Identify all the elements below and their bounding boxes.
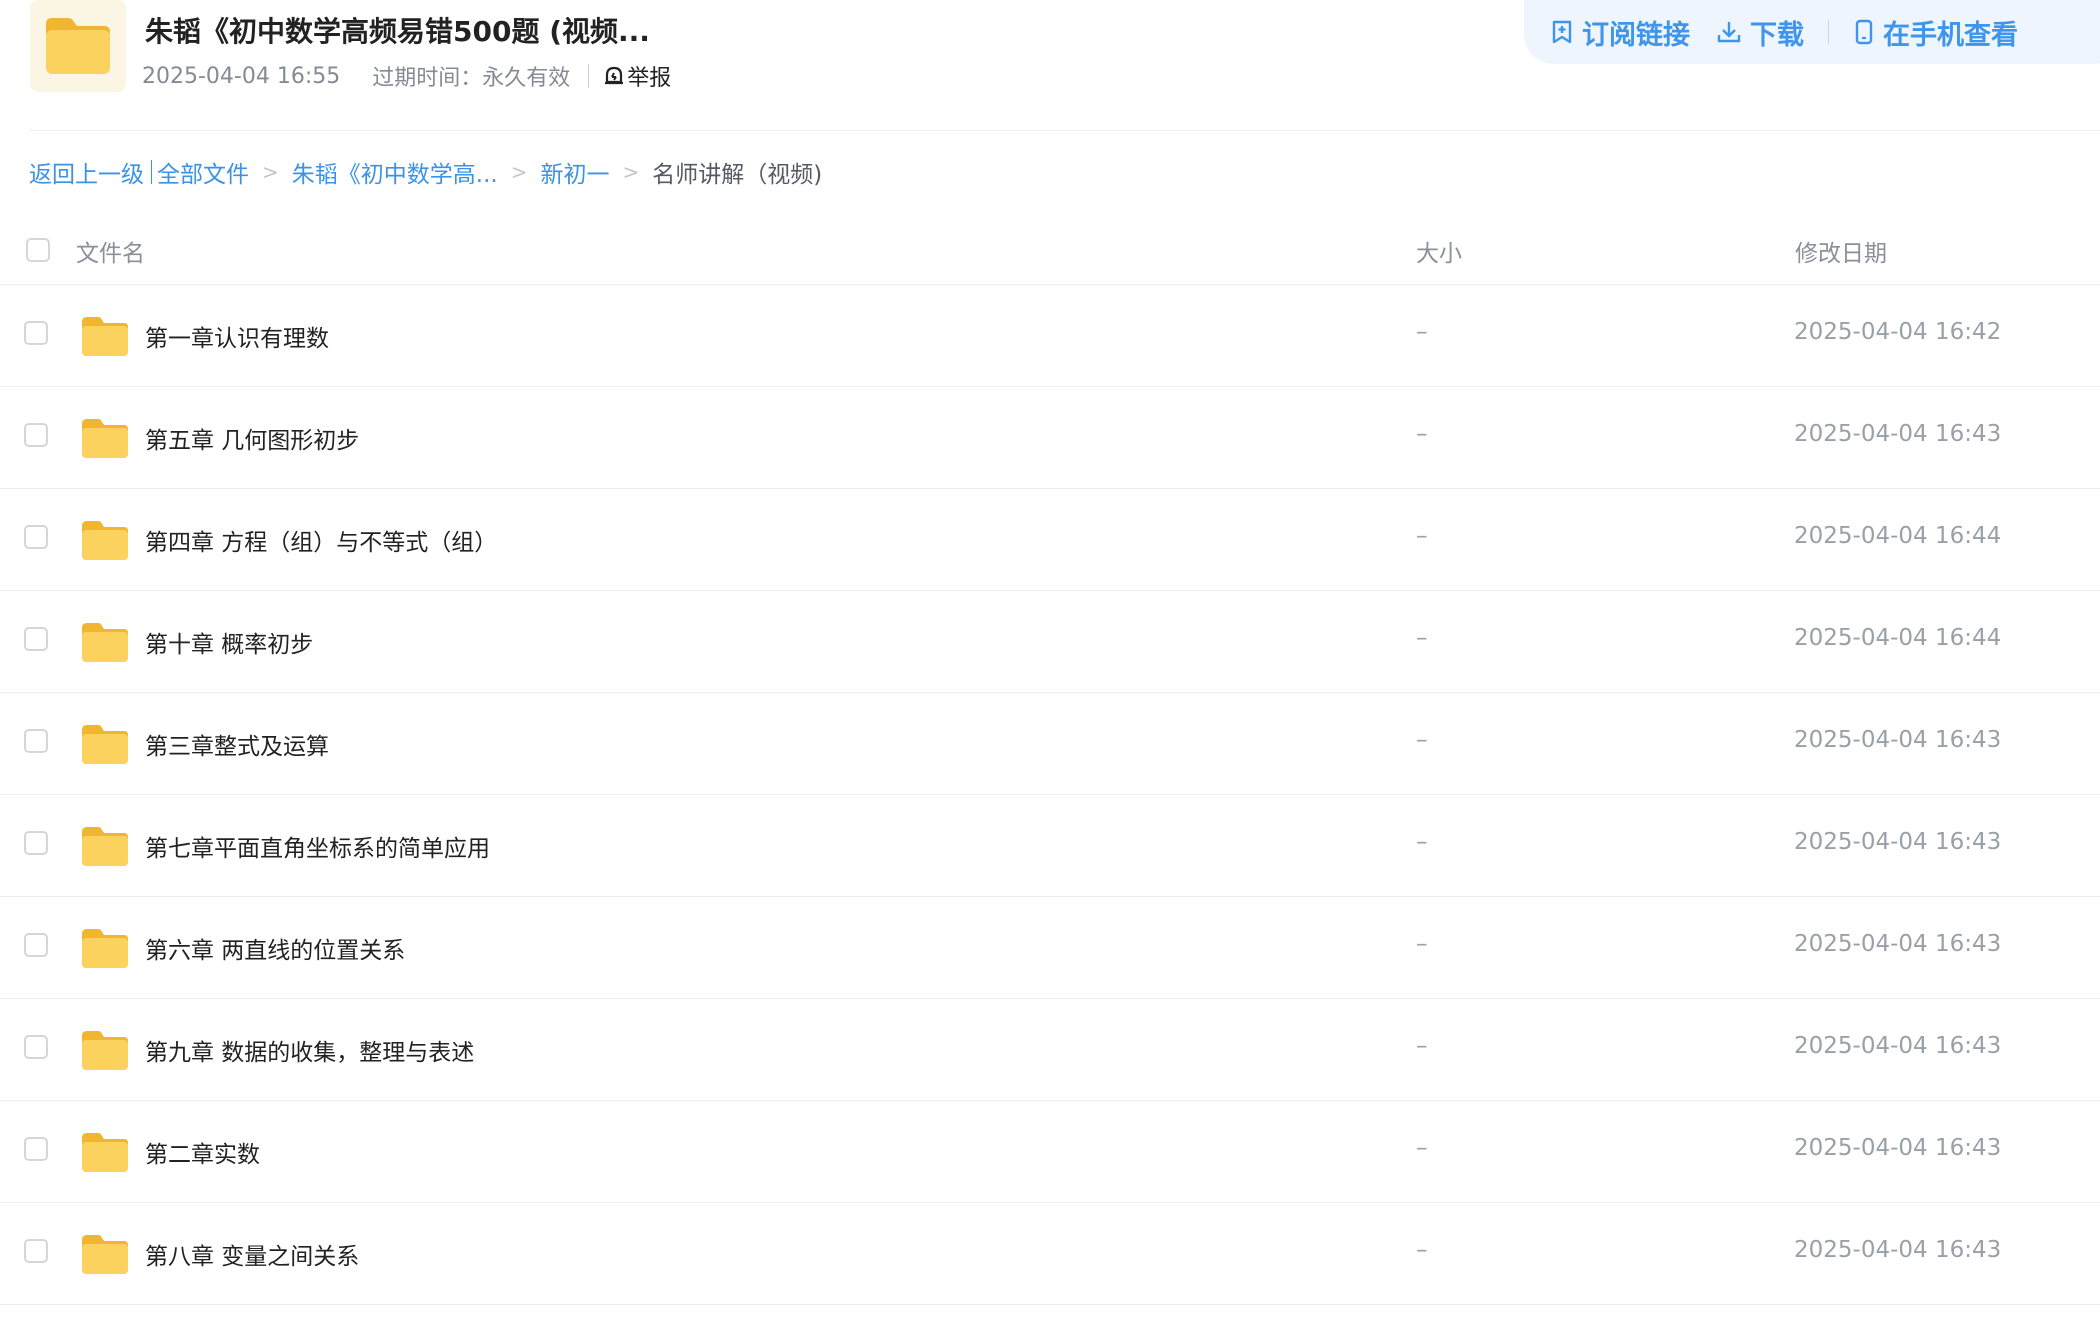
row-checkbox[interactable] bbox=[24, 1137, 48, 1161]
folder-icon bbox=[80, 927, 130, 973]
file-size: – bbox=[1416, 421, 1428, 447]
report-button[interactable]: 举报 bbox=[603, 60, 671, 92]
file-name[interactable]: 第五章 几何图形初步 bbox=[145, 421, 359, 455]
file-size: – bbox=[1416, 1033, 1428, 1059]
file-table-header: 文件名 大小 修改日期 bbox=[0, 220, 2100, 285]
file-size: – bbox=[1416, 1135, 1428, 1161]
breadcrumb: 返回上一级 全部文件 > 朱韬《初中数学高... > 新初一 > 名师讲解（视频… bbox=[29, 156, 822, 188]
file-name[interactable]: 第二章实数 bbox=[145, 1135, 260, 1169]
file-name[interactable]: 第十章 概率初步 bbox=[145, 625, 313, 659]
folder-icon bbox=[80, 1233, 130, 1279]
expire-value: 永久有效 bbox=[482, 66, 571, 91]
share-meta: 2025-04-04 16:55 过期时间： 永久有效 举报 bbox=[142, 60, 671, 92]
column-header-size[interactable]: 大小 bbox=[1416, 234, 1462, 268]
file-size: – bbox=[1416, 931, 1428, 957]
download-icon bbox=[1717, 22, 1741, 43]
row-checkbox[interactable] bbox=[24, 831, 48, 855]
file-date: 2025-04-04 16:44 bbox=[1794, 523, 2002, 549]
file-name[interactable]: 第四章 方程（组）与不等式（组） bbox=[145, 523, 497, 557]
breadcrumb-level-1[interactable]: 朱韬《初中数学高... bbox=[292, 155, 498, 189]
file-size: – bbox=[1416, 829, 1428, 855]
folder-icon bbox=[80, 825, 130, 871]
file-size: – bbox=[1416, 523, 1428, 549]
breadcrumb-arrow: > bbox=[510, 160, 528, 184]
table-row[interactable]: 第六章 两直线的位置关系 – 2025-04-04 16:43 bbox=[0, 897, 2100, 999]
phone-label: 在手机查看 bbox=[1883, 19, 2018, 51]
breadcrumb-divider bbox=[151, 160, 152, 184]
subscribe-label: 订阅链接 bbox=[1582, 19, 1690, 51]
breadcrumb-back[interactable]: 返回上一级 bbox=[29, 155, 144, 189]
expire-label: 过期时间： bbox=[372, 66, 483, 91]
table-row[interactable]: 第八章 变量之间关系 – 2025-04-04 16:43 bbox=[0, 1203, 2100, 1305]
file-date: 2025-04-04 16:44 bbox=[1794, 625, 2002, 651]
file-size: – bbox=[1416, 625, 1428, 651]
table-row[interactable]: 第十章 概率初步 – 2025-04-04 16:44 bbox=[0, 591, 2100, 693]
breadcrumb-all-files[interactable]: 全部文件 bbox=[157, 155, 249, 189]
file-size: – bbox=[1416, 1237, 1428, 1263]
file-date: 2025-04-04 16:43 bbox=[1794, 829, 2002, 855]
folder-icon bbox=[30, 0, 126, 92]
file-size: – bbox=[1416, 319, 1428, 345]
table-row[interactable]: 第五章 几何图形初步 – 2025-04-04 16:43 bbox=[0, 387, 2100, 489]
breadcrumb-current: 名师讲解（视频) bbox=[652, 162, 823, 188]
select-all-checkbox[interactable] bbox=[26, 238, 50, 262]
row-checkbox[interactable] bbox=[24, 627, 48, 651]
file-date: 2025-04-04 16:43 bbox=[1794, 727, 2002, 753]
folder-icon bbox=[80, 519, 130, 565]
column-header-name[interactable]: 文件名 bbox=[76, 234, 145, 268]
row-checkbox[interactable] bbox=[24, 321, 48, 345]
table-row[interactable]: 第二章实数 – 2025-04-04 16:43 bbox=[0, 1101, 2100, 1203]
breadcrumb-arrow: > bbox=[262, 160, 279, 184]
row-checkbox[interactable] bbox=[24, 1035, 48, 1059]
table-row[interactable]: 第一章认识有理数 – 2025-04-04 16:42 bbox=[0, 285, 2100, 387]
table-row[interactable]: 第七章平面直角坐标系的简单应用 – 2025-04-04 16:43 bbox=[0, 795, 2100, 897]
table-row[interactable]: 第四章 方程（组）与不等式（组） – 2025-04-04 16:44 bbox=[0, 489, 2100, 591]
phone-icon bbox=[1855, 19, 1873, 45]
file-name[interactable]: 第三章整式及运算 bbox=[145, 727, 329, 761]
page-title: 朱韬《初中数学高频易错500题 (视频... bbox=[145, 15, 650, 48]
row-checkbox[interactable] bbox=[24, 423, 48, 447]
file-name[interactable]: 第八章 变量之间关系 bbox=[145, 1237, 359, 1271]
folder-icon bbox=[80, 315, 130, 361]
file-size: – bbox=[1416, 727, 1428, 753]
breadcrumb-arrow: > bbox=[622, 160, 640, 184]
folder-icon bbox=[80, 723, 130, 769]
download-button[interactable]: 下载 bbox=[1716, 13, 1804, 52]
file-name[interactable]: 第七章平面直角坐标系的简单应用 bbox=[145, 829, 490, 863]
action-bar: 订阅链接 下载 在手机查看 bbox=[1524, 0, 2100, 64]
file-name[interactable]: 第六章 两直线的位置关系 bbox=[145, 931, 405, 965]
meta-divider bbox=[588, 64, 590, 88]
folder-icon bbox=[80, 621, 130, 667]
folder-icon bbox=[80, 1029, 130, 1075]
file-date: 2025-04-04 16:42 bbox=[1794, 319, 2002, 345]
subscribe-icon bbox=[1552, 20, 1572, 44]
header-divider bbox=[30, 130, 2100, 131]
row-checkbox[interactable] bbox=[24, 729, 48, 753]
column-header-date[interactable]: 修改日期 bbox=[1795, 234, 1887, 268]
file-date: 2025-04-04 16:43 bbox=[1794, 931, 2002, 957]
folder-icon bbox=[80, 1131, 130, 1177]
table-row[interactable]: 第三章整式及运算 – 2025-04-04 16:43 bbox=[0, 693, 2100, 795]
share-date: 2025-04-04 16:55 bbox=[142, 63, 341, 89]
download-label: 下载 bbox=[1750, 19, 1804, 51]
breadcrumb-level-2[interactable]: 新初一 bbox=[540, 155, 609, 189]
view-on-phone-button[interactable]: 在手机查看 bbox=[1853, 13, 2018, 52]
subscribe-link-button[interactable]: 订阅链接 bbox=[1550, 13, 1690, 52]
row-checkbox[interactable] bbox=[24, 525, 48, 549]
folder-icon bbox=[80, 417, 130, 463]
file-date: 2025-04-04 16:43 bbox=[1794, 1135, 2002, 1161]
table-row[interactable]: 第九章 数据的收集，整理与表述 – 2025-04-04 16:43 bbox=[0, 999, 2100, 1101]
file-date: 2025-04-04 16:43 bbox=[1794, 1033, 2002, 1059]
file-date: 2025-04-04 16:43 bbox=[1794, 421, 2002, 447]
file-date: 2025-04-04 16:43 bbox=[1794, 1237, 2002, 1263]
share-header: 朱韬《初中数学高频易错500题 (视频... 2025-04-04 16:55 … bbox=[0, 0, 2100, 132]
row-checkbox[interactable] bbox=[24, 1239, 48, 1263]
report-bell-icon bbox=[605, 66, 624, 85]
file-name[interactable]: 第九章 数据的收集，整理与表述 bbox=[145, 1033, 474, 1067]
file-name[interactable]: 第一章认识有理数 bbox=[145, 319, 329, 353]
row-checkbox[interactable] bbox=[24, 933, 48, 957]
action-divider bbox=[1828, 20, 1829, 44]
report-label: 举报 bbox=[627, 66, 672, 91]
